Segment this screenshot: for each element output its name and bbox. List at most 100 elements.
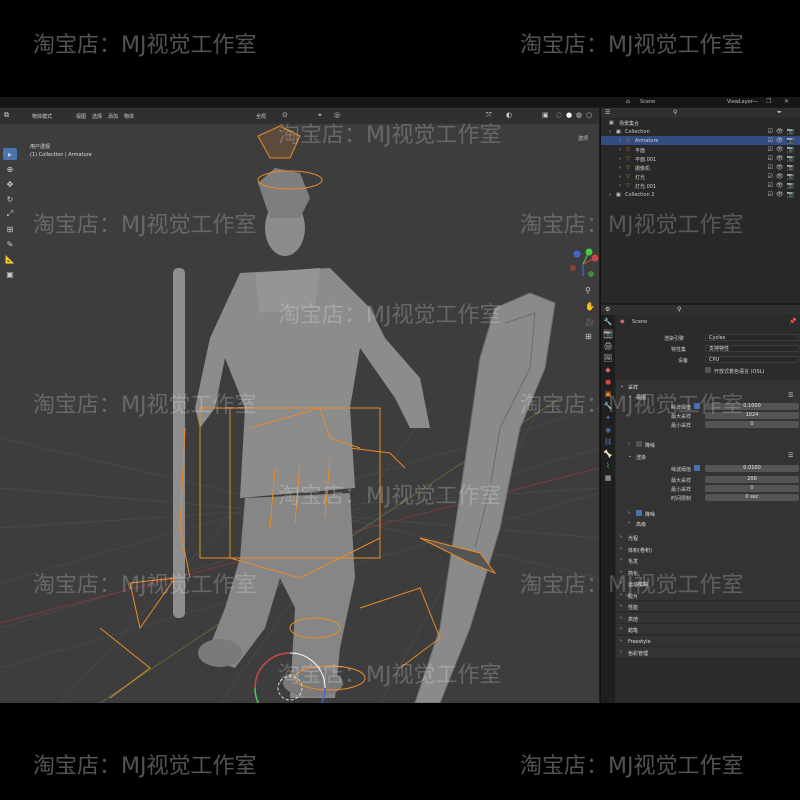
world-tab-icon[interactable]: ●	[603, 377, 613, 387]
proportional-edit-icon[interactable]: ◎	[334, 111, 340, 119]
orientation-dropdown[interactable]: 全局	[256, 113, 266, 120]
mode-dropdown[interactable]: 物体模式	[32, 113, 52, 120]
xray-icon[interactable]: ▣	[542, 111, 549, 119]
advanced-label[interactable]: 高级	[636, 521, 646, 528]
sampling-chevron-icon[interactable]: ⌄	[620, 383, 624, 389]
render-subheader[interactable]: 渲染	[636, 454, 646, 461]
outliner-filter-icon[interactable]: ⏷	[777, 109, 782, 117]
vp-denoise-label[interactable]: 降噪	[645, 442, 655, 449]
time-limit-field[interactable]: 0 sec	[705, 494, 799, 501]
section-chevron-icon[interactable]: ›	[620, 546, 622, 552]
menu-add[interactable]: 添加	[108, 113, 118, 120]
select-box-tool-icon[interactable]: ▸	[3, 148, 17, 160]
camera-view-icon[interactable]: 🎥	[585, 318, 595, 327]
visibility-toggles-icon[interactable]: ☑👁📷	[768, 146, 797, 153]
bone-tab-icon[interactable]: ⌇	[603, 461, 613, 471]
section-label[interactable]: 光程	[628, 535, 638, 542]
3d-viewport[interactable]: ⧉ 物体模式 视图 选择 添加 物体 全局 ⊙ ⌖ ◎ ⤧ ◐ ▣ ◌ ● ◍ …	[0, 108, 599, 703]
outliner-item[interactable]: › ▽ 灯光.001 ☑👁📷	[601, 181, 800, 190]
solid-shading-icon[interactable]: ●	[566, 111, 572, 119]
device-dropdown[interactable]: CPU	[705, 356, 799, 363]
expand-chevron-icon[interactable]: ›	[619, 156, 621, 162]
section-label[interactable]: 体积(卷积)	[628, 547, 652, 554]
vp-max-samples-field[interactable]: 1024	[705, 412, 799, 419]
properties-editor-icon[interactable]: ⚙	[605, 306, 610, 313]
visibility-toggles-icon[interactable]: ☑👁📷	[768, 128, 797, 135]
pan-icon[interactable]: ✋	[585, 302, 595, 311]
particles-tab-icon[interactable]: ✦	[603, 413, 613, 423]
section-label[interactable]: 性能	[628, 604, 638, 611]
outliner-display-icon[interactable]: ☰	[605, 109, 610, 116]
close-icon[interactable]: ✕	[784, 98, 789, 105]
section-label[interactable]: 运动模糊	[628, 581, 648, 588]
section-chevron-icon[interactable]: ›	[620, 580, 622, 586]
outliner-item[interactable]: › ▽ 摄像机 ☑👁📷	[601, 163, 800, 172]
r-min-samples-field[interactable]: 0	[705, 485, 799, 492]
section-chevron-icon[interactable]: ›	[620, 649, 622, 655]
outliner-root[interactable]: ▣ 场景集合	[601, 118, 800, 127]
viewport-subheader[interactable]: 视图	[636, 394, 646, 401]
r-denoise-checkbox[interactable]	[636, 510, 642, 516]
vp-noise-threshold-field[interactable]: 0.1000	[705, 403, 799, 410]
r-noise-threshold-checkbox[interactable]	[694, 465, 700, 471]
advanced-chevron-icon[interactable]: ›	[628, 520, 630, 526]
section-panel[interactable]	[616, 555, 800, 565]
section-label[interactable]: 毛发	[628, 558, 638, 565]
pivot-icon[interactable]: ⊙	[282, 111, 288, 119]
menu-view[interactable]: 视图	[76, 113, 86, 120]
expand-chevron-icon[interactable]: ›	[619, 138, 621, 144]
add-cube-tool-icon[interactable]: ▣	[3, 268, 17, 280]
overlay-icon[interactable]: ◐	[506, 111, 512, 119]
section-chevron-icon[interactable]: ›	[620, 592, 622, 598]
section-chevron-icon[interactable]: ›	[620, 603, 622, 609]
section-chevron-icon[interactable]: ›	[620, 615, 622, 621]
expand-chevron-icon[interactable]: ›	[619, 165, 621, 171]
cursor-tool-icon[interactable]: ⊕	[3, 163, 17, 175]
rotate-tool-icon[interactable]: ↻	[3, 193, 17, 205]
visibility-toggles-icon[interactable]: ☑👁📷	[768, 173, 797, 180]
r-noise-threshold-field[interactable]: 0.0100	[705, 465, 799, 472]
outliner-item[interactable]: › ▣ Collection ☑👁📷	[601, 127, 800, 136]
minimize-icon[interactable]: —	[752, 98, 758, 105]
section-chevron-icon[interactable]: ›	[620, 557, 622, 563]
expand-chevron-icon[interactable]: ›	[609, 129, 611, 135]
outliner-search-icon[interactable]: ⚲	[673, 109, 677, 116]
viewport-presets-icon[interactable]: ☰	[788, 392, 793, 399]
expand-chevron-icon[interactable]: ›	[619, 174, 621, 180]
transform-tool-icon[interactable]: ⊞	[3, 223, 17, 235]
r-max-samples-field[interactable]: 200	[705, 476, 799, 483]
visibility-toggles-icon[interactable]: ☑👁📷	[768, 191, 797, 198]
vp-min-samples-field[interactable]: 0	[705, 421, 799, 428]
render-engine-dropdown[interactable]: Cycles	[705, 334, 799, 341]
osl-checkbox[interactable]	[705, 367, 711, 373]
scene-tab-icon[interactable]: ◆	[603, 365, 613, 375]
section-panel[interactable]	[616, 532, 800, 542]
object-data-tab-icon[interactable]: 🦴	[603, 449, 613, 459]
section-chevron-icon[interactable]: ›	[620, 626, 622, 632]
section-panel[interactable]	[616, 566, 800, 577]
zoom-icon[interactable]: ⚲	[585, 286, 591, 295]
r-denoise-label[interactable]: 降噪	[645, 511, 655, 518]
scene-icon[interactable]: ⌂	[626, 98, 630, 105]
section-chevron-icon[interactable]: ›	[620, 534, 622, 540]
constraints-tab-icon[interactable]: ⛓	[603, 437, 613, 447]
section-panel[interactable]	[616, 589, 800, 600]
expand-chevron-icon[interactable]: ›	[619, 183, 621, 189]
vp-noise-threshold-checkbox[interactable]	[694, 403, 700, 409]
render-presets-icon[interactable]: ☰	[788, 452, 793, 459]
maximize-icon[interactable]: ❐	[766, 98, 771, 105]
view-layer-tab-icon[interactable]: 🖼	[603, 353, 613, 363]
outliner-item[interactable]: › ▣ Collection 2 ☑👁📷	[601, 190, 800, 199]
section-chevron-icon[interactable]: ›	[620, 638, 622, 644]
pin-icon[interactable]: 📌	[789, 318, 796, 325]
outliner-item[interactable]: › ▽ 平面 ☑👁📷	[601, 145, 800, 154]
sampling-header[interactable]: 采样	[628, 384, 638, 391]
menu-object[interactable]: 物体	[124, 113, 134, 120]
section-panel[interactable]	[616, 624, 800, 634]
outliner-item[interactable]: › ▽ 平面.001 ☑👁📷	[601, 154, 800, 163]
visibility-toggles-icon[interactable]: ☑👁📷	[768, 137, 797, 144]
visibility-toggles-icon[interactable]: ☑👁📷	[768, 155, 797, 162]
vp-denoise-chevron-icon[interactable]: ›	[628, 441, 630, 447]
section-label[interactable]: 色彩管理	[628, 650, 648, 657]
editor-type-icon[interactable]: ⧉	[4, 111, 9, 120]
